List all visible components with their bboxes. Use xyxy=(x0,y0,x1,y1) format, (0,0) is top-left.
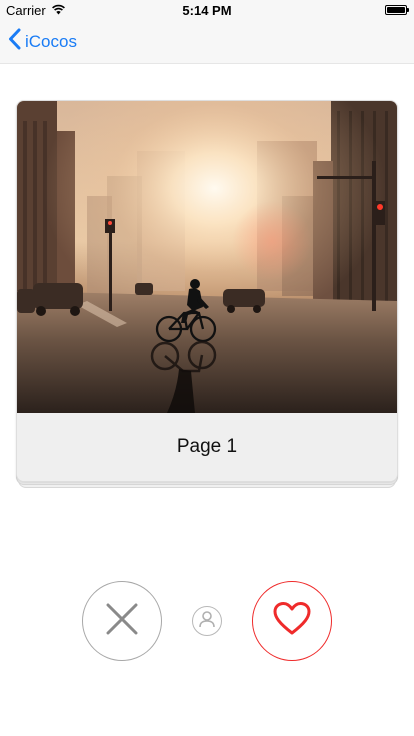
card-photo xyxy=(17,101,397,413)
heart-icon xyxy=(273,601,311,641)
navigation-bar: iCocos xyxy=(0,20,414,64)
user-icon xyxy=(199,610,215,633)
screen: Carrier 5:14 PM iCocos Page 1 xyxy=(0,0,414,736)
status-time: 5:14 PM xyxy=(182,3,232,18)
swipe-card[interactable]: Page 1 xyxy=(16,100,398,482)
card-title: Page 1 xyxy=(17,413,397,481)
close-icon xyxy=(105,602,139,641)
back-label: iCocos xyxy=(25,31,77,51)
dislike-button[interactable] xyxy=(82,581,162,661)
battery-icon xyxy=(385,5,409,15)
back-button[interactable]: iCocos xyxy=(8,20,77,63)
like-button[interactable] xyxy=(252,581,332,661)
card-stack[interactable]: Page 1 xyxy=(16,100,398,488)
status-bar: Carrier 5:14 PM xyxy=(0,0,414,20)
chevron-left-icon xyxy=(8,28,21,55)
profile-button[interactable] xyxy=(192,606,222,636)
